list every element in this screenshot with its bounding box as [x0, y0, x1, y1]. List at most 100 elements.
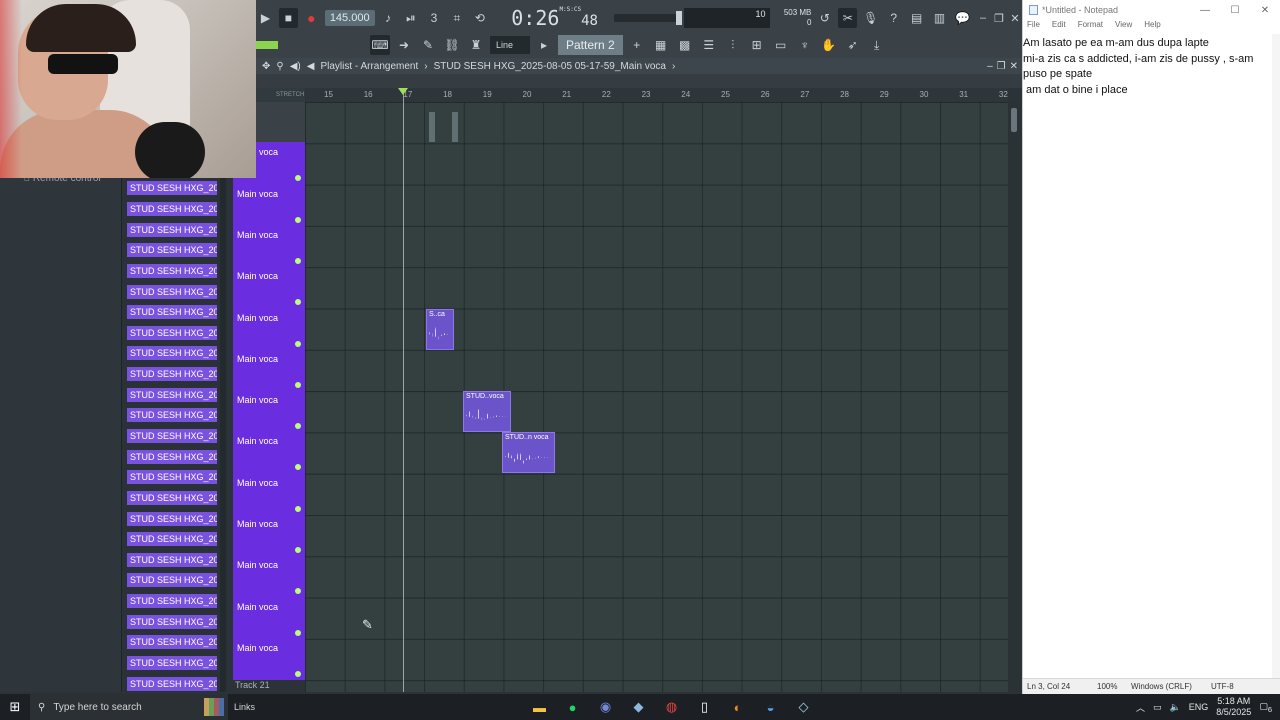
file-item[interactable]: STUD SESH HXG_2025-08.. — [124, 446, 228, 467]
restore-icon[interactable]: ❐ — [992, 12, 1006, 25]
file-item[interactable]: STUD SESH HXG_2025-08.. — [124, 199, 228, 220]
network-icon[interactable]: ▭ — [1153, 702, 1162, 713]
playhead-marker[interactable] — [398, 88, 408, 95]
step-edit-icon[interactable]: ⌗ — [447, 8, 466, 28]
stamp-icon[interactable]: ♜ — [466, 35, 486, 55]
steam-icon[interactable]: ◆ — [627, 696, 650, 719]
file-item[interactable]: STUD SESH HXG_2025-08.. — [124, 488, 228, 509]
keyboard-icon[interactable]: ⌨ — [370, 35, 390, 55]
tools-icon[interactable]: ✥ — [262, 61, 270, 72]
pattern-selector[interactable]: Pattern 2 — [558, 35, 623, 55]
track-mute-led[interactable] — [295, 299, 301, 306]
wait-icon[interactable]: ⏯ — [402, 8, 421, 28]
track-name[interactable]: Main voca — [237, 189, 278, 199]
timeline-ruler[interactable]: 15 16 17 18 19 20 21 22 23 24 25 26 27 28 29 30 31 32 — [305, 88, 1008, 102]
playlist-minimize-icon[interactable]: – — [987, 61, 993, 72]
menu-help[interactable]: Help — [1144, 20, 1160, 34]
playlist-icon[interactable]: ▦ — [651, 35, 671, 55]
track-mute-led[interactable] — [295, 257, 301, 264]
track-name[interactable]: Main voca — [237, 271, 278, 281]
windows-start-icon[interactable]: ⊞ — [0, 694, 30, 720]
playlist-grid[interactable] — [305, 102, 1008, 692]
loop-record-icon[interactable]: ⟲ — [470, 8, 489, 28]
track-mute-led[interactable] — [295, 588, 301, 595]
spotify-icon[interactable]: ● — [561, 696, 584, 719]
record-icon[interactable]: ● — [302, 8, 321, 28]
file-item[interactable]: STUD SESH HXG_2025-08.. — [124, 178, 228, 199]
file-item[interactable]: STUD SESH HXG_2025-08.. — [124, 405, 228, 426]
track-mute-led[interactable] — [295, 670, 301, 677]
plugin-picker-icon[interactable]: ♆ — [795, 35, 815, 55]
snap-selector[interactable]: Line — [490, 36, 530, 54]
file-item[interactable]: STUD SESH HXG_2025-08.. — [124, 529, 228, 550]
discord-icon[interactable]: ◉ — [594, 696, 617, 719]
file-item[interactable]: STUD SESH HXG_2025-08.. — [124, 673, 228, 694]
file-item[interactable]: STUD SESH HXG_2025-08.. — [124, 261, 228, 282]
touch-icon[interactable]: ✋ — [819, 35, 839, 55]
track-name[interactable]: Main voca — [237, 478, 278, 488]
track-name[interactable]: Main voca — [237, 602, 278, 612]
track-mute-led[interactable] — [295, 505, 301, 512]
file-item[interactable]: STUD SESH HXG_2025-08.. — [124, 570, 228, 591]
master-pitch-slider[interactable] — [613, 11, 683, 25]
file-item[interactable]: STUD SESH HXG_2025-08.. — [124, 384, 228, 405]
rocket-icon[interactable]: ➶ — [843, 35, 863, 55]
file-item[interactable]: STUD SESH HXG_2025-08.. — [124, 364, 228, 385]
channel-rack-icon[interactable]: ☰ — [699, 35, 719, 55]
menu-file[interactable]: File — [1027, 20, 1040, 34]
download-icon[interactable]: ⤓ — [867, 35, 887, 55]
plugin-icon[interactable]: ▥ — [930, 8, 949, 28]
track-mute-led[interactable] — [295, 340, 301, 347]
file-item[interactable]: STUD SESH HXG_2025-08.. — [124, 322, 228, 343]
file-item[interactable]: STUD SESH HXG_2025-08.. — [124, 467, 228, 488]
file-explorer-icon[interactable]: ▬ — [528, 696, 551, 719]
clock[interactable]: 5:18 AM 8/5/2025 — [1216, 696, 1251, 718]
track-name[interactable]: Main voca — [237, 313, 278, 323]
app-icon[interactable]: ◇ — [792, 696, 815, 719]
track-name[interactable]: Main voca — [237, 395, 278, 405]
language-indicator[interactable]: ENG — [1189, 702, 1209, 712]
file-item[interactable]: STUD SESH HXG_2025-08.. — [124, 591, 228, 612]
arrow-icon[interactable]: ➜ — [394, 35, 414, 55]
piano-roll-icon[interactable]: ▩ — [675, 35, 695, 55]
stop-icon[interactable]: ■ — [278, 8, 298, 28]
metronome-icon[interactable]: ♪ — [379, 8, 398, 28]
track-name[interactable]: Main voca — [237, 519, 278, 529]
chat-icon[interactable]: 💬 — [953, 8, 972, 28]
play-icon[interactable]: ▶ — [256, 8, 275, 28]
cut-icon[interactable]: ✂ — [838, 8, 858, 28]
menu-edit[interactable]: Edit — [1052, 20, 1066, 34]
browser-icon[interactable]: ⊞ — [747, 35, 767, 55]
chrome-icon[interactable]: ◍ — [660, 696, 683, 719]
taskbar-search[interactable]: ⚲ Type here to search — [30, 694, 228, 720]
volume-icon[interactable]: 🔈 — [1170, 702, 1181, 713]
file-item[interactable]: STUD SESH HXG_2025-08.. — [124, 632, 228, 653]
menu-view[interactable]: View — [1115, 20, 1132, 34]
pencil-icon[interactable]: ✎ — [418, 35, 438, 55]
track-name[interactable]: Main voca — [237, 230, 278, 240]
close-icon[interactable]: ✕ — [1008, 12, 1022, 25]
menu-format[interactable]: Format — [1078, 20, 1103, 34]
track-mute-led[interactable] — [295, 381, 301, 388]
file-list-scrollbar[interactable] — [220, 178, 226, 692]
track-mute-led[interactable] — [295, 464, 301, 471]
track-mute-led[interactable] — [295, 629, 301, 636]
file-item[interactable]: STUD SESH HXG_2025-08.. — [124, 550, 228, 571]
file-item[interactable]: STUD SESH HXG_2025-08.. — [124, 611, 228, 632]
playlist-scrollbar[interactable] — [1008, 102, 1020, 692]
track-name[interactable]: Main voca — [237, 436, 278, 446]
track-name[interactable]: Main voca — [237, 354, 278, 364]
links-toolbar[interactable]: Links — [234, 702, 255, 712]
track-21-label[interactable]: Track 21 — [233, 680, 305, 692]
file-item[interactable]: STUD SESH HXG_2025-08.. — [124, 219, 228, 240]
track-mute-led[interactable] — [295, 423, 301, 430]
track-name[interactable]: Main voca — [237, 643, 278, 653]
file-item[interactable]: STUD SESH HXG_2025-08.. — [124, 343, 228, 364]
project-icon[interactable]: ▭ — [771, 35, 791, 55]
edge-icon[interactable]: ◒ — [759, 696, 782, 719]
notepad-scrollbar[interactable] — [1272, 34, 1280, 678]
track-mute-led[interactable] — [295, 175, 301, 182]
audio-clip[interactable]: STUD..n voca — [502, 432, 555, 473]
pattern-add-icon[interactable]: + — [627, 35, 647, 55]
notepad-text-area[interactable]: Am lasato pe ea m-am dus dupa lapte mi-a… — [1023, 34, 1271, 98]
